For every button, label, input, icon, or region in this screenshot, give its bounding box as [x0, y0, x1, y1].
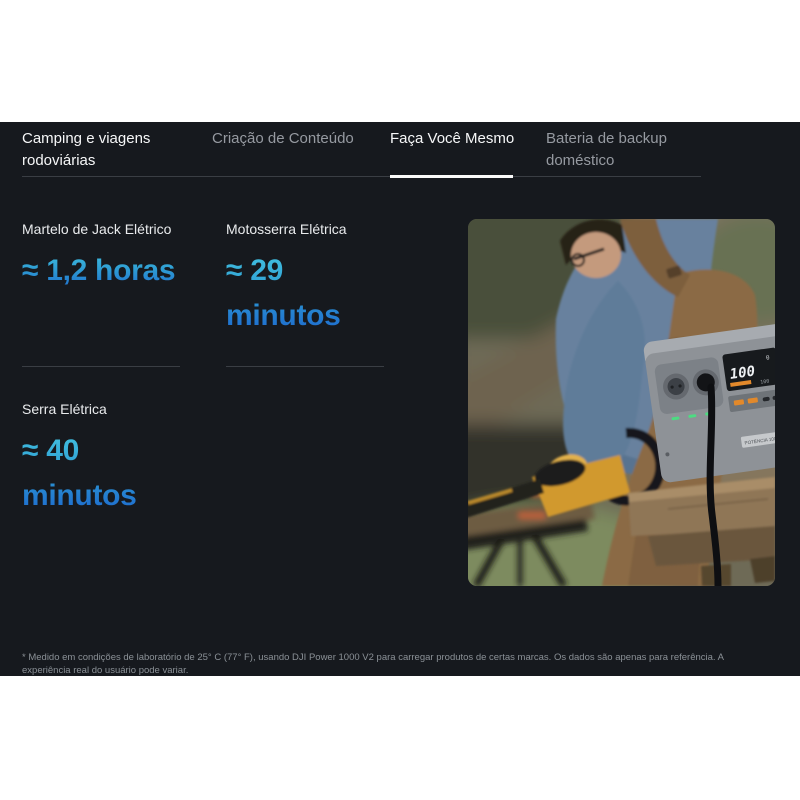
- stat-value: ≈ 40 minutos: [22, 428, 198, 518]
- tab-criacao-de-conteudo[interactable]: Criação de Conteúdo: [212, 128, 362, 150]
- product-photo-illustration: 100 0 100 POTÊNCIA 1000 V2: [468, 219, 775, 586]
- stat-serra: Serra Elétrica ≈ 40 minutos: [22, 401, 180, 518]
- stat-label: Martelo de Jack Elétrico: [22, 221, 180, 237]
- page: Camping e viagens rodoviárias Criação de…: [0, 0, 800, 800]
- stat-divider: [226, 366, 384, 367]
- stat-label: Motosserra Elétrica: [226, 221, 384, 237]
- device-display-small-bottom: 100: [760, 379, 770, 386]
- tab-bottom-rule: [22, 176, 701, 177]
- footnote: * Medido em condições de laboratório de …: [22, 651, 762, 677]
- stat-value: ≈ 1,2 horas: [22, 248, 198, 293]
- tab-bateria-de-backup[interactable]: Bateria de backup doméstico: [546, 128, 686, 172]
- active-tab-underline: [390, 175, 513, 178]
- stat-label: Serra Elétrica: [22, 401, 180, 417]
- tab-camping-e-viagens[interactable]: Camping e viagens rodoviárias: [22, 128, 192, 172]
- stat-martelo: Martelo de Jack Elétrico ≈ 1,2 horas: [22, 221, 180, 293]
- stat-divider: [22, 366, 180, 367]
- stat-value: ≈ 29 minutos: [226, 248, 402, 338]
- tab-faca-voce-mesmo[interactable]: Faça Você Mesmo: [390, 128, 520, 150]
- product-photo: 100 0 100 POTÊNCIA 1000 V2: [468, 219, 775, 586]
- product-runtime-panel: Camping e viagens rodoviárias Criação de…: [0, 122, 800, 676]
- stat-motosserra: Motosserra Elétrica ≈ 29 minutos: [226, 221, 384, 338]
